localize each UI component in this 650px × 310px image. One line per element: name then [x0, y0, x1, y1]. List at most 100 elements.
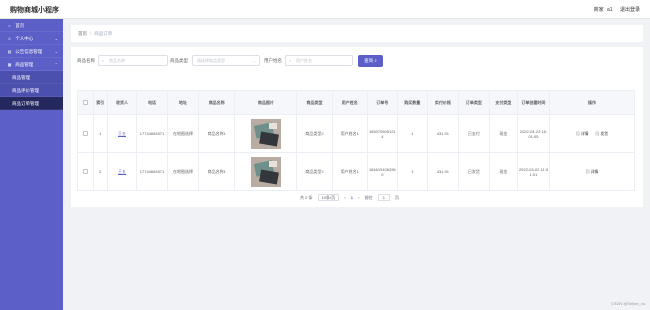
user-name-placeholder: 用户姓名	[296, 58, 312, 63]
search-icon: ⌕	[289, 58, 292, 63]
cell-goods-name: 商品名称1	[198, 114, 236, 153]
goods-type-select[interactable]: 请选择商品类型 ⌄	[192, 55, 260, 66]
total-count: 共 2 条	[300, 195, 313, 200]
row-checkbox[interactable]	[77, 114, 94, 153]
chevron-down-icon: ⌄	[252, 58, 256, 63]
sidebar-item-label: 商品管理	[12, 75, 30, 80]
top-bar: 购物商城小程序 商家 a1 退出登录	[0, 0, 650, 19]
cell-receiver: 王五	[107, 114, 137, 153]
sidebar-subitem-goods[interactable]: 商品管理	[0, 71, 63, 84]
user-name-input[interactable]: ⌕ 用户姓名	[285, 55, 353, 66]
sidebar-item-profile[interactable]: ☺ 个人中心 ⌄	[0, 32, 63, 45]
query-button-label: 查询	[364, 58, 374, 63]
cell-order-no: 1646191062960	[366, 152, 398, 191]
cell-order-no: 1650709051214	[366, 114, 398, 153]
chevron-down-icon: ⌄	[54, 49, 58, 54]
chevron-down-icon: ⌄	[54, 36, 58, 41]
detail-button[interactable]: ▤ 详情	[576, 132, 588, 136]
cell-quantity: 1	[396, 114, 428, 153]
page-suffix: 页	[395, 195, 400, 200]
cell-user-name: 用户姓名1	[331, 152, 368, 191]
ship-button[interactable]: ▤ 发货	[596, 132, 608, 136]
chevron-up-icon: ⌃	[54, 62, 58, 67]
receiver-link[interactable]: 王五	[118, 131, 126, 136]
table-header-row: 索引 收货人 电话 地址 商品名称 商品图片 商品类型 用户姓名 订单号 购买数…	[77, 90, 636, 115]
current-page[interactable]: 1	[351, 195, 353, 200]
column-header: 商品名称	[198, 90, 236, 115]
prev-page-button[interactable]: ‹	[344, 195, 345, 200]
goods-name-label: 商品名称	[77, 58, 95, 63]
breadcrumb: 首页 / 商品订单	[78, 31, 112, 37]
main-content: 商品名称 ⌕ 商品名称 商品类型 请选择商品类型 ⌄ 用户姓名 ⌕ 用户姓名 查…	[71, 47, 643, 207]
cell-order-type: 已支付	[457, 114, 490, 153]
column-header: 实付价格	[426, 90, 459, 115]
goods-name-placeholder: 商品名称	[109, 58, 125, 63]
cell-address: 在地图选择	[167, 114, 200, 153]
sidebar-item-notice[interactable]: ▤ 公告信息管理 ⌄	[0, 45, 63, 58]
column-header: 索引	[92, 90, 109, 115]
sidebar-subitem-reviews[interactable]: 商品评价管理	[0, 84, 63, 97]
column-header: 操作	[548, 90, 636, 115]
app-title: 购物商城小程序	[10, 7, 59, 14]
select-all-checkbox[interactable]	[77, 90, 94, 115]
cell-index: 2	[92, 152, 109, 191]
sidebar-item-goods[interactable]: ▦ 商品管理 ⌃	[0, 58, 63, 71]
goods-type-placeholder: 请选择商品类型	[197, 58, 225, 63]
column-header: 收货人	[107, 90, 137, 115]
top-right-area: 商家 a1 退出登录	[588, 6, 640, 13]
table-row: 1 王五 17744684571 在地图选择 商品名称1 商品类型2 用户姓名1…	[77, 114, 636, 153]
column-header: 地址	[167, 90, 200, 115]
breadcrumb-current: 商品订单	[94, 31, 113, 36]
search-icon: ⌕	[102, 58, 105, 63]
column-header: 商品图片	[234, 90, 298, 115]
username[interactable]: a1	[607, 7, 613, 13]
column-header: 订单创建时间	[516, 90, 550, 115]
sidebar: ⌂ 首页 ☺ 个人中心 ⌄ ▤ 公告信息管理 ⌄ ▦ 商品管理 ⌃ 商品管理 商…	[0, 19, 63, 310]
breadcrumb-home[interactable]: 首页	[78, 31, 87, 36]
column-header: 购买数量	[396, 90, 428, 115]
sidebar-item-label: 商品订单管理	[12, 101, 39, 106]
next-page-button[interactable]: ›	[358, 195, 359, 200]
sidebar-subitem-orders[interactable]: 商品订单管理	[0, 97, 63, 110]
goto-input[interactable]: 1	[377, 194, 390, 201]
goods-image[interactable]	[250, 156, 281, 187]
detail-label: 详情	[590, 169, 599, 174]
ship-label: 发货	[600, 131, 608, 136]
goto-label: 前往	[364, 195, 373, 200]
logout-button[interactable]: 退出登录	[620, 7, 640, 13]
cell-goods-type: 商品类型2	[296, 152, 333, 191]
detail-button[interactable]: ▤ 详情	[586, 170, 598, 174]
column-header: 订单类型	[457, 90, 490, 115]
user-icon: ☺	[7, 36, 12, 41]
cell-user-name: 用户姓名1	[331, 114, 368, 153]
cell-address: 在地图选择	[167, 152, 200, 191]
cell-goods-name: 商品名称1	[198, 152, 236, 191]
sidebar-item-label: 个人中心	[15, 36, 34, 41]
column-header: 电话	[135, 90, 169, 115]
cell-pay-type: 现金	[488, 152, 518, 191]
detail-label: 详情	[580, 131, 589, 136]
cell-created: 2022-04-23 16:01:05	[516, 114, 550, 153]
receiver-link[interactable]: 王五	[118, 169, 126, 174]
goods-type-label: 商品类型	[170, 58, 188, 63]
sidebar-item-home[interactable]: ⌂ 首页	[0, 19, 63, 32]
checkbox-icon	[82, 130, 88, 136]
page-size-select[interactable]: 10条/页	[317, 194, 340, 201]
goods-image[interactable]	[250, 118, 281, 149]
table-row: 2 王五 17744684571 在地图选择 商品名称1 商品类型2 用户姓名1…	[77, 152, 636, 191]
filter-bar: 商品名称 ⌕ 商品名称 商品类型 请选择商品类型 ⌄ 用户姓名 ⌕ 用户姓名 查…	[77, 55, 637, 67]
cell-goods-image	[234, 152, 298, 191]
query-button[interactable]: 查询 ⌕	[358, 55, 383, 67]
goods-name-input[interactable]: ⌕ 商品名称	[98, 55, 168, 66]
watermark: CSDN @Seline_xu	[610, 301, 645, 306]
search-icon: ⌕	[374, 58, 377, 63]
column-header: 订单号	[366, 90, 398, 115]
row-checkbox[interactable]	[77, 152, 94, 191]
cell-pay-type: 现金	[488, 114, 518, 153]
cell-created: 2022-03-02 11:31:01	[516, 152, 550, 191]
home-icon: ⌂	[8, 23, 11, 28]
user-name-label: 用户姓名	[264, 58, 282, 63]
cell-goods-image	[234, 114, 298, 153]
cell-phone: 17744684571	[135, 114, 169, 153]
notice-icon: ▤	[7, 49, 12, 54]
